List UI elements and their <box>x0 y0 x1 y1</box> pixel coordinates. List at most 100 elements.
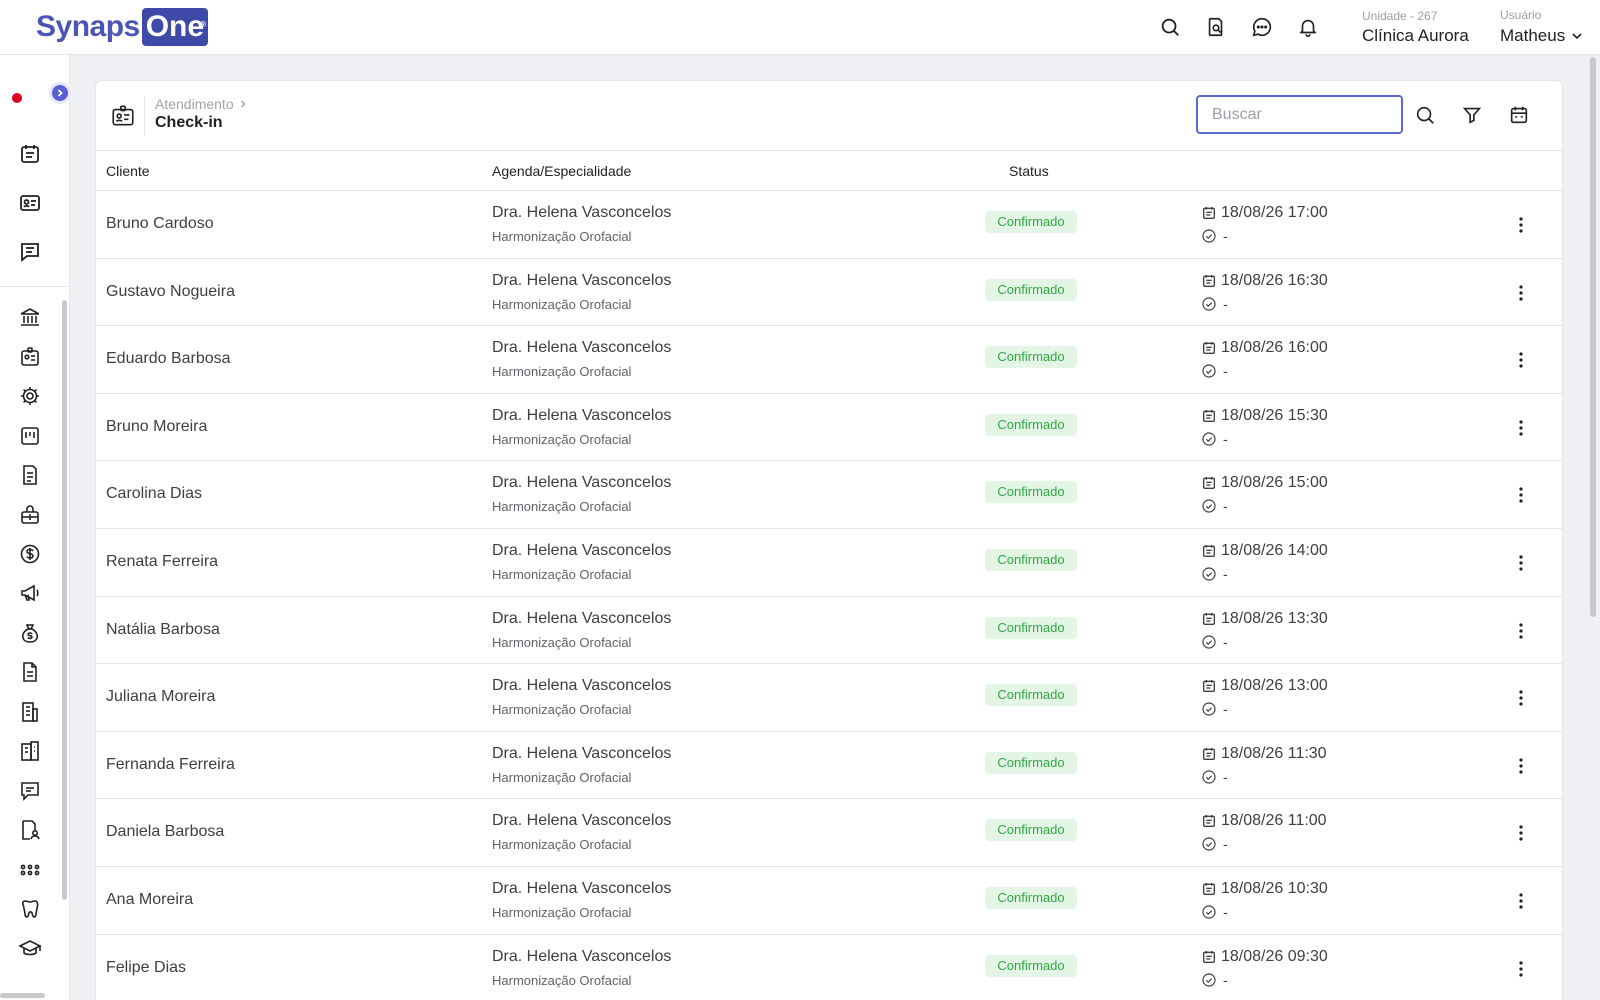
doctor-name: Dra. Helena Vasconcelos <box>492 271 672 289</box>
table-row[interactable]: Felipe Dias Dra. Helena Vasconcelos Harm… <box>96 935 1562 1000</box>
apps-icon[interactable] <box>18 858 42 882</box>
search-icon[interactable] <box>1159 16 1181 38</box>
logo-registered-mark: ® <box>200 20 207 29</box>
doctor-name: Dra. Helena Vasconcelos <box>492 677 672 695</box>
table-row[interactable]: Bruno Cardoso Dra. Helena Vasconcelos Ha… <box>96 191 1562 259</box>
unit-selector[interactable]: Unidade - 267 Clínica Aurora <box>1362 9 1469 46</box>
checkin-time: - <box>1201 701 1228 717</box>
appointment-datetime: 18/08/26 15:00 <box>1201 474 1328 492</box>
more-options-icon[interactable] <box>1510 551 1532 575</box>
medical-kit-icon[interactable] <box>18 503 42 527</box>
table-row[interactable]: Carolina Dias Dra. Helena Vasconcelos Ha… <box>96 461 1562 529</box>
more-options-icon[interactable] <box>1510 483 1532 507</box>
calendar-icon[interactable] <box>1508 104 1530 126</box>
file-icon[interactable] <box>18 660 42 684</box>
gear-icon[interactable] <box>18 384 42 408</box>
more-options-icon[interactable] <box>1510 213 1532 237</box>
client-name[interactable]: Natália Barbosa <box>106 621 220 639</box>
more-options-icon[interactable] <box>1510 281 1532 305</box>
status-badge: Confirmado <box>985 886 1077 909</box>
calendar-list-icon[interactable] <box>18 142 42 166</box>
client-name[interactable]: Fernanda Ferreira <box>106 756 235 774</box>
table-row[interactable]: Fernanda Ferreira Dra. Helena Vasconcelo… <box>96 732 1562 800</box>
table-row[interactable]: Juliana Moreira Dra. Helena Vasconcelos … <box>96 664 1562 732</box>
more-options-icon[interactable] <box>1510 754 1532 778</box>
table-row[interactable]: Natália Barbosa Dra. Helena Vasconcelos … <box>96 597 1562 665</box>
checkin-time: - <box>1201 296 1228 312</box>
client-name[interactable]: Eduardo Barbosa <box>106 350 231 368</box>
more-options-icon[interactable] <box>1510 889 1532 913</box>
filter-icon[interactable] <box>1461 104 1483 126</box>
table-row[interactable]: Renata Ferreira Dra. Helena Vasconcelos … <box>96 529 1562 597</box>
bank-icon[interactable] <box>18 305 42 329</box>
graduation-cap-icon[interactable] <box>18 937 42 961</box>
clipboard-icon[interactable] <box>18 424 42 448</box>
client-name[interactable]: Renata Ferreira <box>106 553 218 571</box>
column-header-agenda[interactable]: Agenda/Especialidade <box>492 163 631 179</box>
appointment-datetime: 18/08/26 09:30 <box>1201 948 1328 966</box>
breadcrumb[interactable]: Atendimento <box>155 96 248 112</box>
user-name-dropdown[interactable]: Matheus <box>1500 26 1583 46</box>
money-bag-icon[interactable] <box>18 621 42 645</box>
appointment-datetime: 18/08/26 16:30 <box>1201 272 1328 290</box>
calendar-icon <box>1203 680 1215 693</box>
search-input[interactable] <box>1196 95 1403 134</box>
more-options-icon[interactable] <box>1510 957 1532 981</box>
table-row[interactable]: Gustavo Nogueira Dra. Helena Vasconcelos… <box>96 259 1562 327</box>
client-name[interactable]: Carolina Dias <box>106 485 202 503</box>
sidebar-expand-button[interactable] <box>49 82 71 104</box>
column-header-status[interactable]: Status <box>1009 163 1049 179</box>
client-name[interactable]: Juliana Moreira <box>106 688 215 706</box>
status-badge: Confirmado <box>985 954 1077 977</box>
client-name[interactable]: Gustavo Nogueira <box>106 283 235 301</box>
client-name[interactable]: Felipe Dias <box>106 959 186 977</box>
appointment-datetime: 18/08/26 11:30 <box>1201 745 1327 763</box>
user-name: Matheus <box>1500 26 1566 45</box>
table-row[interactable]: Eduardo Barbosa Dra. Helena Vasconcelos … <box>96 326 1562 394</box>
doctor-name: Dra. Helena Vasconcelos <box>492 947 672 965</box>
document-icon[interactable] <box>18 463 42 487</box>
id-card-icon[interactable] <box>18 191 42 215</box>
document-search-icon[interactable] <box>1205 16 1227 38</box>
specialty: Harmonização Orofacial <box>492 837 632 853</box>
table-row[interactable]: Ana Moreira Dra. Helena Vasconcelos Harm… <box>96 867 1562 935</box>
more-options-icon[interactable] <box>1510 348 1532 372</box>
calendar-icon <box>1203 950 1215 963</box>
tooth-icon[interactable] <box>18 897 42 921</box>
building-icon[interactable] <box>18 700 42 724</box>
megaphone-icon[interactable] <box>18 581 42 605</box>
synapsone-logo[interactable]: Synaps One ® <box>36 8 209 46</box>
chevron-down-icon <box>1572 33 1582 40</box>
column-header-cliente[interactable]: Cliente <box>106 163 150 179</box>
table-header: Cliente Agenda/Especialidade Status <box>96 151 1562 191</box>
sidebar <box>0 55 71 1000</box>
table-row[interactable]: Bruno Moreira Dra. Helena Vasconcelos Ha… <box>96 394 1562 462</box>
page-scrollbar[interactable] <box>1590 57 1596 617</box>
client-name[interactable]: Daniela Barbosa <box>106 823 224 841</box>
appointment-date-text: 18/08/26 15:00 <box>1221 474 1328 492</box>
client-name[interactable]: Ana Moreira <box>106 891 193 909</box>
more-options-icon[interactable] <box>1510 416 1532 440</box>
user-report-icon[interactable] <box>18 818 42 842</box>
badge-icon[interactable] <box>18 345 42 369</box>
client-name[interactable]: Bruno Moreira <box>106 418 207 436</box>
dollar-icon[interactable] <box>18 542 42 566</box>
checkin-time: - <box>1201 904 1228 920</box>
user-menu[interactable]: Usuário Matheus <box>1500 8 1583 46</box>
calendar-icon <box>1203 815 1215 828</box>
more-options-icon[interactable] <box>1510 686 1532 710</box>
more-options-icon[interactable] <box>1510 619 1532 643</box>
message-icon[interactable] <box>18 240 42 264</box>
breadcrumb-item[interactable]: Atendimento <box>155 96 234 112</box>
sidebar-scrollbar[interactable] <box>62 300 67 900</box>
bell-icon[interactable] <box>1297 16 1319 38</box>
chat-icon[interactable] <box>1251 16 1273 38</box>
client-name[interactable]: Bruno Cardoso <box>106 215 214 233</box>
specialty: Harmonização Orofacial <box>492 499 632 515</box>
more-options-icon[interactable] <box>1510 821 1532 845</box>
sidebar-horizontal-scrollbar[interactable] <box>0 993 45 998</box>
table-row[interactable]: Daniela Barbosa Dra. Helena Vasconcelos … <box>96 799 1562 867</box>
building-alt-icon[interactable] <box>18 739 42 763</box>
comment-icon[interactable] <box>18 779 42 803</box>
search-button-icon[interactable] <box>1414 104 1436 126</box>
